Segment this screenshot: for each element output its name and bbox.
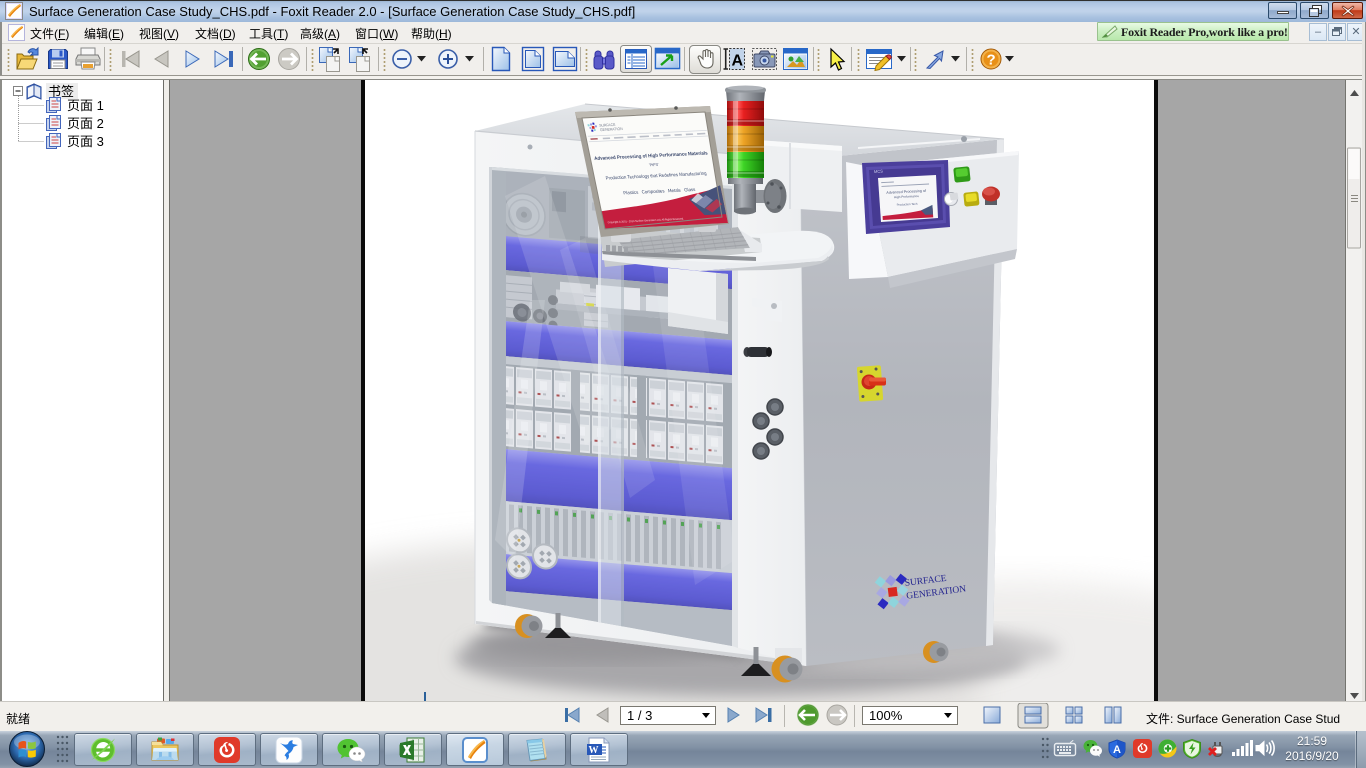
svg-text:?: ? xyxy=(987,52,996,69)
svg-text:'PtFS': 'PtFS' xyxy=(648,162,659,168)
svg-text:W: W xyxy=(589,745,599,756)
svg-text:页面 1: 页面 1 xyxy=(67,98,104,113)
svg-text:MCS: MCS xyxy=(874,169,883,174)
svg-text:A: A xyxy=(732,53,744,70)
svg-text:页面 2: 页面 2 xyxy=(67,116,104,131)
svg-text:书签: 书签 xyxy=(48,84,74,99)
svg-text:1 / 3: 1 / 3 xyxy=(627,708,652,723)
svg-text:页面 3: 页面 3 xyxy=(67,134,104,149)
svg-text:A: A xyxy=(1113,744,1121,756)
svg-text:100%: 100% xyxy=(869,708,903,723)
